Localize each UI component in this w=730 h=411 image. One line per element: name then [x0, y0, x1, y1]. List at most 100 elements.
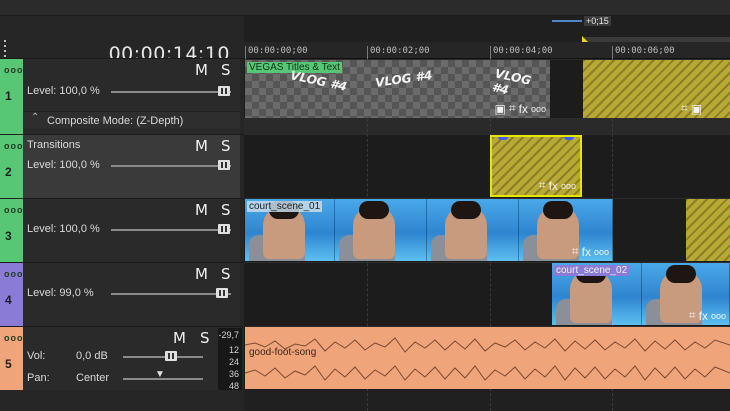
track-name[interactable]: Transitions	[27, 139, 80, 151]
region-marker[interactable]	[552, 20, 582, 22]
level-label: Level: 100,0 %	[27, 159, 100, 171]
generator-icon[interactable]: ▣	[691, 102, 702, 116]
clip-icons: ⌗ ▣	[681, 101, 702, 116]
pan-slider-knob-icon[interactable]: ▼	[155, 369, 165, 380]
generator-icon[interactable]: ▣	[495, 102, 506, 116]
meter-scale-label: 48	[228, 381, 239, 391]
marker-label[interactable]: +0;15	[584, 16, 611, 26]
level-slider[interactable]	[111, 293, 231, 295]
timeline-area[interactable]: +0;15 00:00:00;00 00:00:02;00 00:00:04;0…	[244, 16, 730, 411]
track-menu-icon[interactable]: ooo	[4, 205, 24, 215]
ruler-tick-label: 00:00:06;00	[612, 46, 675, 59]
titles-clip[interactable]: VEGAS Titles & Text VLOG #4 VLOG #4 VLOG…	[245, 60, 550, 118]
more-icon[interactable]: ooo	[711, 311, 726, 321]
track-number: 5	[5, 357, 12, 371]
track-header-4[interactable]: ooo 4 M S Level: 99,0 %	[0, 262, 244, 326]
level-slider[interactable]	[111, 91, 231, 93]
fx-icon[interactable]: fx	[549, 179, 558, 193]
track-tab-5[interactable]: ooo 5	[0, 327, 23, 390]
solo-button[interactable]: S	[221, 61, 231, 79]
solo-button[interactable]: S	[200, 329, 210, 347]
video-clip-court-scene-01[interactable]: court_scene_01 ⌗ fx ooo	[245, 199, 613, 261]
fx-icon[interactable]: fx	[519, 102, 528, 116]
audio-clip-good-foot-song[interactable]: good-foot-song	[245, 327, 730, 389]
fx-icon[interactable]: fx	[582, 245, 591, 259]
marker-bar[interactable]: +0;15	[244, 16, 730, 42]
clip-handle[interactable]	[498, 137, 508, 140]
ruler-tick-label: 00:00:02;00	[367, 46, 430, 59]
level-slider-knob[interactable]	[216, 288, 228, 298]
more-icon[interactable]: ooo	[531, 104, 546, 114]
track-tab-3[interactable]: ooo 3	[0, 199, 23, 262]
track-lane-2[interactable]	[244, 134, 730, 198]
mute-button[interactable]: M	[195, 61, 208, 79]
pan-value: Center	[76, 372, 110, 384]
solo-button[interactable]: S	[221, 137, 231, 155]
mute-button[interactable]: M	[173, 329, 186, 347]
crop-icon[interactable]: ⌗	[689, 308, 696, 323]
track-menu-icon[interactable]: ooo	[4, 269, 24, 279]
composite-lane	[244, 118, 730, 134]
ruler-tick-label: 00:00:04;00	[490, 46, 553, 59]
meter-peak-value: -29,7	[218, 330, 239, 340]
time-ruler[interactable]: 00:00:00;00 00:00:02;00 00:00:04;00 00:0…	[244, 42, 730, 59]
track-tab-2[interactable]: ooo 2	[0, 135, 23, 198]
level-slider-knob[interactable]	[218, 86, 230, 96]
fx-icon[interactable]: fx	[699, 309, 708, 323]
track-tab-4[interactable]: ooo 4	[0, 263, 23, 326]
track-body: M S Vol: 0,0 dB Pan: Center ▼	[23, 327, 240, 390]
level-slider-knob[interactable]	[218, 160, 230, 170]
transition-clip-2[interactable]: ⌗ fx ooo	[490, 135, 582, 197]
audio-level-meter: -29,7 12 24 36 48	[218, 328, 242, 391]
mute-button[interactable]: M	[195, 201, 208, 219]
crop-icon[interactable]: ⌗	[539, 178, 546, 193]
track-menu-icon[interactable]: ooo	[4, 65, 24, 75]
crop-icon[interactable]: ⌗	[681, 101, 688, 116]
crop-icon[interactable]: ⌗	[572, 244, 579, 259]
volume-slider[interactable]	[123, 356, 203, 358]
meter-scale-label: 24	[228, 357, 239, 367]
level-slider-knob[interactable]	[218, 224, 230, 234]
transition-clip-1[interactable]: ⌗ ▣	[583, 60, 730, 118]
video-thumbnail	[335, 199, 427, 261]
track-body: M S Level: 99,0 %	[23, 263, 240, 326]
more-icon[interactable]: ooo	[594, 247, 609, 257]
ruler-tick-label: 00:00:00;00	[245, 46, 308, 59]
meter-scale-label: 12	[228, 345, 239, 355]
pan-label: Pan:	[27, 372, 50, 384]
track-number: 1	[5, 89, 12, 103]
title-text: VLOG #4	[490, 66, 533, 98]
track-tab-1[interactable]: ooo 1	[0, 59, 23, 134]
track-number: 3	[5, 229, 12, 243]
clip-label: court_scene_02	[554, 265, 630, 276]
clip-icons: ⌗ fx ooo	[689, 308, 726, 323]
transition-clip-3[interactable]	[686, 199, 730, 261]
clip-icons: ⌗ fx ooo	[539, 178, 576, 193]
mute-button[interactable]: M	[195, 265, 208, 283]
track-body: M S Level: 100,0 %	[23, 199, 240, 262]
composite-mode-row[interactable]: ⌃ Composite Mode: (Z-Depth)	[23, 111, 240, 128]
video-clip-court-scene-02[interactable]: court_scene_02 ⌗ fx ooo	[552, 263, 730, 325]
track-number: 4	[5, 293, 12, 307]
solo-button[interactable]: S	[221, 201, 231, 219]
track-menu-icon[interactable]: ooo	[4, 141, 24, 151]
mute-button[interactable]: M	[195, 137, 208, 155]
solo-button[interactable]: S	[221, 265, 231, 283]
track-header-1[interactable]: ooo 1 M S Level: 100,0 % ⌃ Composite Mod…	[0, 58, 244, 134]
clip-handle[interactable]	[564, 137, 574, 140]
volume-value: 0,0 dB	[76, 350, 108, 362]
clip-icons: ⌗ fx ooo	[572, 244, 609, 259]
level-slider[interactable]	[111, 229, 231, 231]
more-icon[interactable]: ooo	[561, 181, 576, 191]
track-menu-icon[interactable]: ooo	[4, 333, 24, 343]
collapse-chevron-icon[interactable]: ⌃	[31, 112, 39, 123]
track-header-5[interactable]: ooo 5 M S Vol: 0,0 dB Pan: Center ▼	[0, 326, 244, 390]
track-body: Transitions M S Level: 100,0 %	[23, 135, 240, 198]
crop-icon[interactable]: ⌗	[509, 101, 516, 116]
level-label: Level: 100,0 %	[27, 85, 100, 97]
volume-label: Vol:	[27, 350, 46, 362]
level-slider[interactable]	[111, 165, 231, 167]
track-header-2[interactable]: ooo 2 Transitions M S Level: 100,0 %	[0, 134, 244, 198]
track-header-3[interactable]: ooo 3 M S Level: 100,0 %	[0, 198, 244, 262]
volume-slider-knob[interactable]	[165, 351, 177, 361]
